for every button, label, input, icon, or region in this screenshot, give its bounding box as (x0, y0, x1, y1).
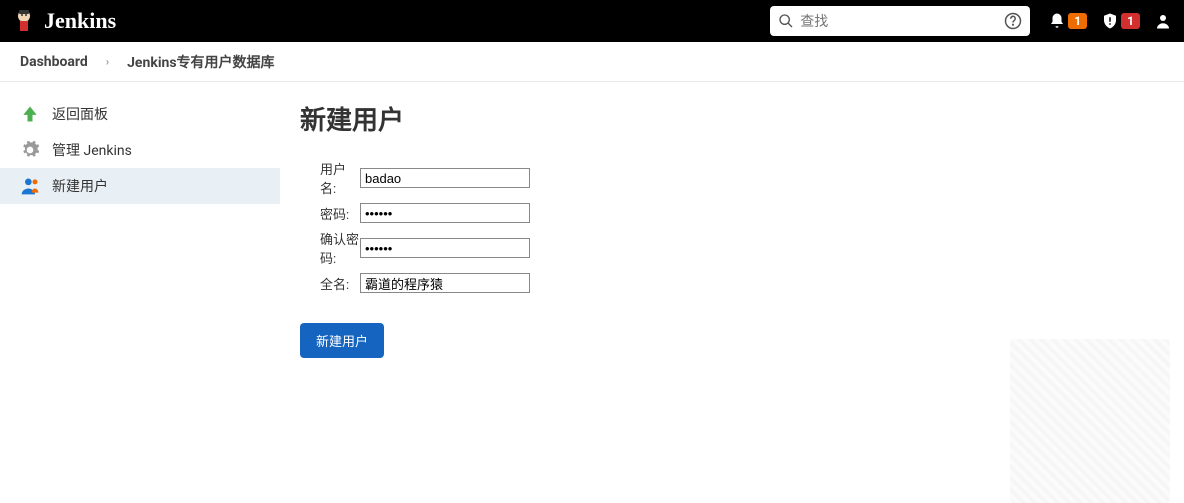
sidebar-item-label: 管理 Jenkins (52, 140, 132, 160)
confirm-password-label: 确认密码: (300, 229, 360, 267)
username-label: 用户名: (300, 159, 360, 197)
breadcrumb-userdb[interactable]: Jenkins专有用户数据库 (127, 52, 274, 72)
search-icon (778, 13, 794, 29)
alerts-button[interactable]: 1 (1101, 12, 1140, 30)
sidebar: 返回面板 管理 Jenkins 新建用户 (0, 82, 280, 376)
page-title: 新建用户 (300, 100, 1164, 137)
sidebar-item-label: 新建用户 (52, 176, 108, 196)
sidebar-item-label: 返回面板 (52, 104, 108, 124)
jenkins-logo-icon (12, 7, 36, 35)
bell-icon (1048, 12, 1066, 30)
notifications-button[interactable]: 1 (1048, 12, 1087, 30)
create-user-button[interactable]: 新建用户 (300, 323, 384, 358)
search-box[interactable] (770, 6, 1030, 36)
alert-badge: 1 (1121, 13, 1140, 29)
password-label: 密码: (300, 204, 360, 223)
sidebar-item-manage[interactable]: 管理 Jenkins (0, 132, 280, 168)
breadcrumbs: Dashboard › Jenkins专有用户数据库 (0, 42, 1184, 82)
gear-icon (20, 140, 40, 160)
main-content: 新建用户 用户名: 密码: 确认密码: 全名: 新建用户 (280, 82, 1184, 376)
password-input[interactable] (360, 203, 530, 223)
shield-icon (1101, 12, 1119, 30)
confirm-password-input[interactable] (360, 238, 530, 258)
arrow-up-icon (20, 104, 40, 124)
person-icon (1154, 12, 1172, 30)
fullname-input[interactable] (360, 273, 530, 293)
user-menu[interactable] (1154, 12, 1172, 30)
search-input[interactable] (800, 13, 998, 29)
topbar: Jenkins 1 1 (0, 0, 1184, 42)
notification-badge: 1 (1068, 13, 1087, 29)
sidebar-item-back[interactable]: 返回面板 (0, 96, 280, 132)
qr-code-watermark (1010, 339, 1170, 503)
sidebar-item-newuser[interactable]: 新建用户 (0, 168, 280, 204)
fullname-label: 全名: (300, 274, 360, 293)
help-icon[interactable] (1004, 12, 1022, 30)
breadcrumb-dashboard[interactable]: Dashboard (20, 54, 88, 70)
username-input[interactable] (360, 168, 530, 188)
brand-text: Jenkins (44, 8, 116, 34)
logo[interactable]: Jenkins (12, 7, 116, 35)
user-icon (20, 176, 40, 196)
chevron-right-icon: › (106, 55, 109, 68)
top-actions: 1 1 (1048, 12, 1172, 30)
